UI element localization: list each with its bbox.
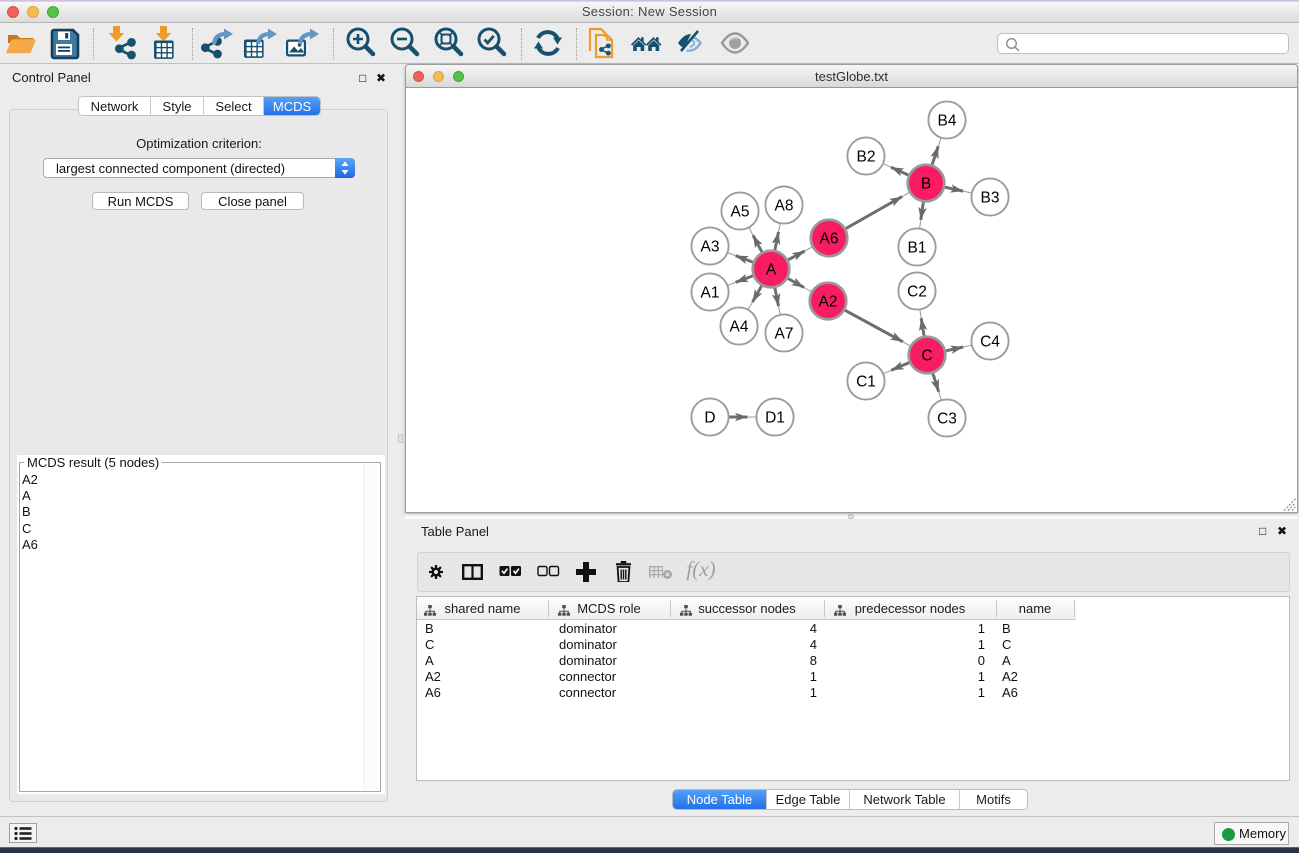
svg-text:A3: A3 bbox=[701, 239, 720, 256]
svg-text:C3: C3 bbox=[937, 411, 957, 428]
svg-text:C2: C2 bbox=[907, 284, 927, 301]
svg-text:A: A bbox=[766, 262, 777, 279]
svg-text:D1: D1 bbox=[765, 410, 785, 427]
svg-text:C1: C1 bbox=[856, 374, 876, 391]
svg-text:A4: A4 bbox=[730, 319, 749, 336]
svg-text:A7: A7 bbox=[775, 326, 794, 343]
svg-text:B1: B1 bbox=[908, 240, 927, 257]
svg-text:A8: A8 bbox=[775, 198, 794, 215]
svg-text:A2: A2 bbox=[819, 294, 838, 311]
svg-text:B4: B4 bbox=[938, 113, 957, 130]
svg-text:C4: C4 bbox=[980, 334, 1000, 351]
svg-text:C: C bbox=[921, 348, 932, 365]
svg-text:B2: B2 bbox=[857, 149, 876, 166]
svg-text:A6: A6 bbox=[820, 231, 839, 248]
svg-text:B: B bbox=[921, 176, 931, 193]
svg-text:A5: A5 bbox=[731, 204, 750, 221]
svg-text:B3: B3 bbox=[981, 190, 1000, 207]
svg-text:A1: A1 bbox=[701, 285, 720, 302]
svg-text:D: D bbox=[704, 410, 715, 427]
